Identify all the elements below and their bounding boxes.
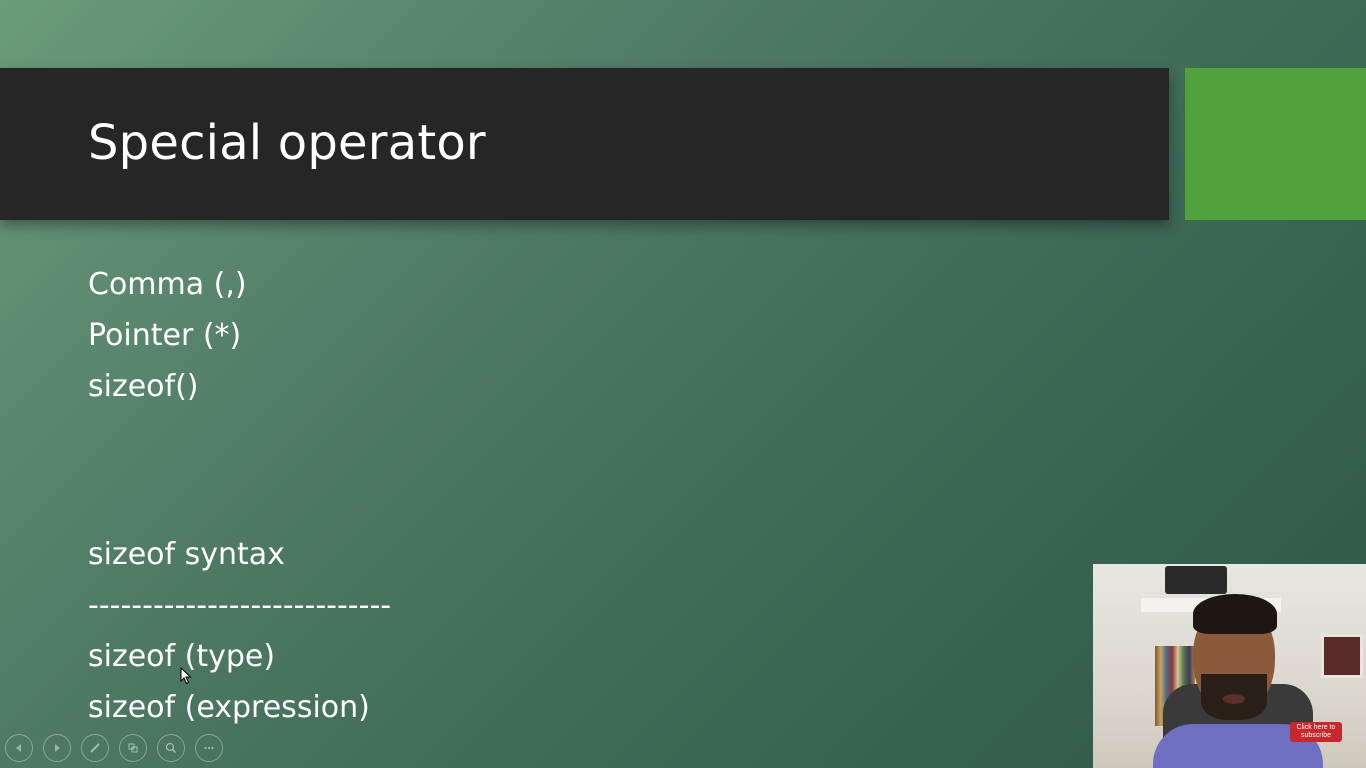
mouse-cursor-icon	[180, 666, 192, 689]
bullet-line-comma: Comma (,)	[88, 267, 247, 302]
previous-slide-icon[interactable]	[5, 734, 33, 762]
presenter-hair	[1193, 594, 1277, 634]
more-options-icon[interactable]	[195, 734, 223, 762]
presenter-webcam: Click here to subscribe	[1093, 564, 1366, 768]
syntax-expression: sizeof (expression)	[88, 690, 370, 725]
presenter-mouth	[1223, 694, 1245, 704]
bullet-line-sizeof: sizeof()	[88, 369, 199, 404]
slide-title: Special operator	[88, 115, 486, 171]
subscribe-button[interactable]: Click here to subscribe	[1290, 722, 1342, 742]
syntax-divider: ----------------------------	[88, 588, 392, 623]
zoom-icon[interactable]	[157, 734, 185, 762]
see-all-slides-icon[interactable]	[119, 734, 147, 762]
next-slide-icon[interactable]	[43, 734, 71, 762]
wall-portrait	[1321, 634, 1363, 678]
syntax-heading: sizeof syntax	[88, 537, 285, 572]
slideshow-controls	[5, 734, 223, 762]
pen-icon[interactable]	[81, 734, 109, 762]
speaker-device	[1165, 566, 1227, 594]
bullet-line-pointer: Pointer (*)	[88, 318, 242, 353]
accent-block	[1185, 68, 1366, 220]
